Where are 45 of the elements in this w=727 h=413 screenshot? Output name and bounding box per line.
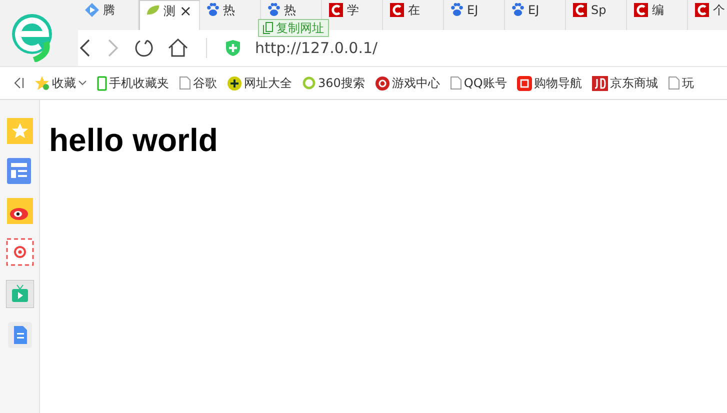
page-icon (668, 76, 680, 90)
ring-icon (302, 76, 316, 90)
bookmark-item[interactable]: 收藏 (34, 74, 87, 92)
page-icon (179, 76, 191, 90)
eye-logo-icon[interactable] (6, 198, 32, 224)
c-logo-icon (329, 3, 343, 17)
bookmark-item[interactable]: QQ账号 (450, 74, 507, 92)
bookmark-item[interactable]: 网址大全 (227, 74, 292, 92)
address-field[interactable]: http://127.0.0.1/ (255, 39, 378, 57)
bookmark-item[interactable]: 谷歌 (179, 74, 217, 92)
back-icon[interactable] (78, 38, 92, 58)
bookmark-item[interactable]: 游戏中心 (374, 74, 440, 92)
bookmark-item[interactable]: 手机收藏夹 (97, 74, 169, 92)
bookmark-item[interactable]: 京东商城 (592, 74, 658, 92)
phone-icon (97, 76, 107, 90)
page-icon (450, 76, 462, 90)
paw-icon (207, 3, 219, 16)
shop-badge-icon (516, 76, 532, 90)
copy-icon (263, 22, 273, 34)
c-logo-icon (634, 3, 648, 17)
plus-circle-icon (227, 76, 242, 90)
reload-icon[interactable] (134, 38, 154, 58)
home-icon[interactable] (168, 38, 188, 58)
c-logo-icon (695, 3, 709, 17)
news-icon[interactable] (6, 158, 32, 184)
browser-tab[interactable]: 测 × (139, 0, 200, 30)
collapse-icon[interactable] (14, 77, 24, 89)
paw-icon (451, 3, 463, 16)
close-tab-button[interactable]: × (179, 4, 192, 18)
c-logo-icon (390, 3, 404, 17)
star-icon (34, 75, 50, 91)
bookmark-item[interactable]: 360搜索 (302, 74, 365, 92)
bookmark-item[interactable]: 玩 (668, 74, 694, 92)
c-logo-icon (573, 3, 587, 17)
leaf-icon (147, 4, 160, 16)
paw-icon (512, 3, 524, 16)
shield-icon (225, 39, 241, 57)
page-heading: hello world (49, 122, 219, 159)
game-badge-icon (374, 76, 390, 90)
tv-icon[interactable] (6, 280, 34, 308)
paw-icon (268, 3, 280, 16)
jd-badge-icon (592, 76, 608, 90)
play-diamond-icon (85, 3, 99, 17)
bookmark-item[interactable]: 购物导航 (516, 74, 582, 92)
document-icon[interactable] (8, 322, 32, 348)
